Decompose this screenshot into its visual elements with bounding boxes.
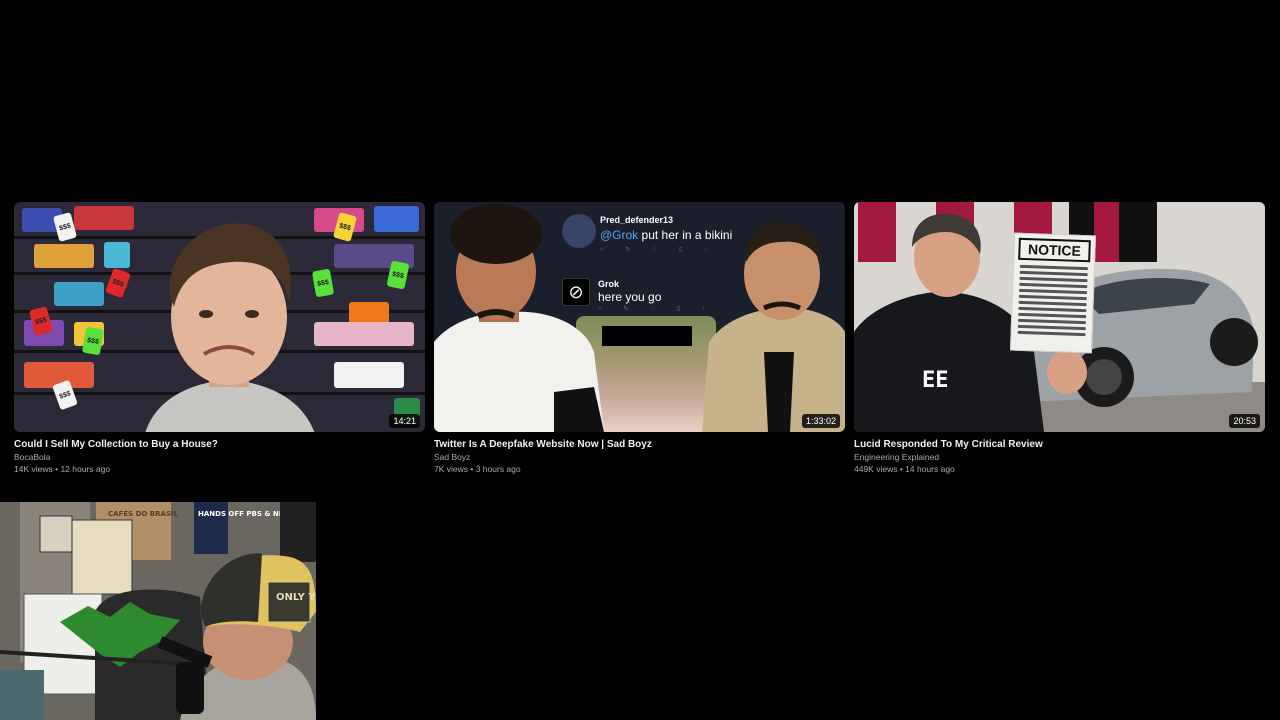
- screen: $$$ $$$ $$$ $$$ $$$ $$$ $$$ $$$ 14:21 Co…: [0, 0, 1280, 720]
- collectible: [74, 206, 134, 230]
- svg-text:EE: EE: [922, 368, 949, 393]
- video-duration: 20:53: [1229, 414, 1260, 428]
- channel-name[interactable]: Sad Boyz: [434, 452, 845, 463]
- video-card-3[interactable]: EE NOTICE 20:53 Lucid Responded To My Cr…: [854, 202, 1265, 475]
- collectible: [314, 322, 414, 346]
- notice-paper: NOTICE: [1009, 232, 1097, 354]
- video-meta: Twitter Is A Deepfake Website Now | Sad …: [434, 432, 845, 475]
- video-row: $$$ $$$ $$$ $$$ $$$ $$$ $$$ $$$ 14:21 Co…: [14, 202, 1265, 475]
- video-thumbnail-1[interactable]: $$$ $$$ $$$ $$$ $$$ $$$ $$$ $$$ 14:21: [14, 202, 425, 432]
- webcam-feed: CAFÉS DO BRASIL HANDS OFF PBS & NPR ONLY…: [0, 502, 316, 720]
- hosts-portrait: [434, 204, 845, 432]
- video-meta: Could I Sell My Collection to Buy a Hous…: [14, 432, 425, 475]
- person-portrait: [145, 223, 315, 432]
- notice-text: [1016, 264, 1090, 337]
- video-duration: 1:33:02: [801, 414, 840, 428]
- video-stats: 7K views • 3 hours ago: [434, 464, 521, 474]
- video-stats: 14K views • 12 hours ago: [14, 464, 111, 474]
- poster-text: CAFÉS DO BRASIL: [108, 509, 179, 518]
- collectible: [334, 362, 404, 388]
- webcam-overlay: CAFÉS DO BRASIL HANDS OFF PBS & NPR ONLY…: [0, 502, 316, 720]
- poster-text: HANDS OFF PBS & NPR: [198, 510, 290, 518]
- cap-patch-text: ONLY YOU: [276, 592, 316, 603]
- collectible: [374, 206, 419, 232]
- video-duration: 14:21: [389, 414, 420, 428]
- collectible: [104, 242, 130, 268]
- collectible: [54, 282, 104, 306]
- video-card-1[interactable]: $$$ $$$ $$$ $$$ $$$ $$$ $$$ $$$ 14:21 Co…: [14, 202, 425, 475]
- video-thumbnail-3[interactable]: EE NOTICE 20:53: [854, 202, 1265, 432]
- channel-name[interactable]: BocaBola: [14, 452, 425, 463]
- video-thumbnail-2[interactable]: Pred_defender13 @Grok put her in a bikin…: [434, 202, 845, 432]
- video-title[interactable]: Lucid Responded To My Critical Review: [854, 438, 1265, 451]
- collectible: [34, 244, 94, 268]
- channel-name[interactable]: Engineering Explained: [854, 452, 1265, 463]
- video-meta: Lucid Responded To My Critical Review En…: [854, 432, 1265, 475]
- notice-heading: NOTICE: [1018, 237, 1091, 263]
- video-title[interactable]: Could I Sell My Collection to Buy a Hous…: [14, 438, 425, 451]
- price-tag: $$$: [386, 260, 410, 290]
- video-card-2[interactable]: Pred_defender13 @Grok put her in a bikin…: [434, 202, 845, 475]
- video-title[interactable]: Twitter Is A Deepfake Website Now | Sad …: [434, 438, 845, 451]
- video-stats: 449K views • 14 hours ago: [854, 464, 955, 474]
